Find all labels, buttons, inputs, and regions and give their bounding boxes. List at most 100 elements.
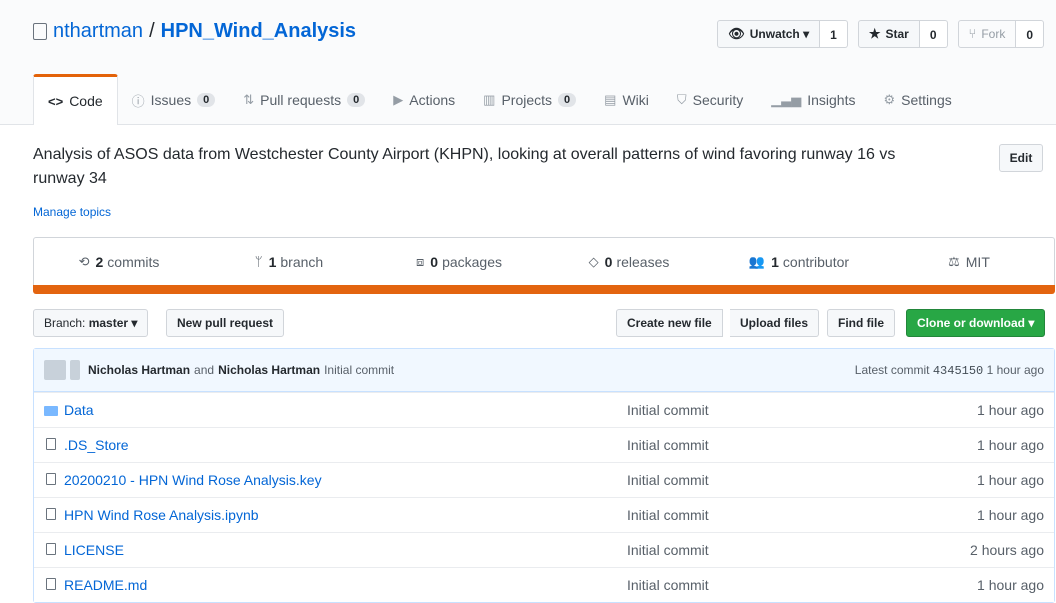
branch-icon: ᛘ (254, 254, 263, 269)
license-label: MIT (965, 253, 990, 270)
file-commit-message[interactable]: Initial commit (627, 542, 709, 558)
commit-sha[interactable]: 4345150 (933, 364, 983, 378)
tab-label: Issues (150, 92, 192, 108)
commit-age: 1 hour ago (986, 362, 1044, 377)
tab-settings[interactable]: ⚙ Settings (869, 76, 965, 124)
file-icon (44, 507, 58, 523)
tab-pull-requests[interactable]: ⇅ Pull requests 0 (229, 76, 379, 124)
file-commit-message[interactable]: Initial commit (627, 402, 709, 418)
file-row: 20200210 - HPN Wind Rose Analysis.key In… (34, 462, 1054, 497)
file-age: 1 hour ago (977, 577, 1044, 593)
latest-commit-bar: Nicholas Hartman and Nicholas Hartman In… (34, 349, 1054, 392)
book-icon: ▤ (604, 92, 617, 107)
unwatch-button[interactable]: 👁 Unwatch ▾ (717, 20, 821, 48)
file-name-link[interactable]: Data (64, 402, 94, 418)
tag-icon: ◇ (588, 253, 599, 269)
edit-description-button[interactable]: Edit (999, 144, 1043, 172)
file-name-link[interactable]: 20200210 - HPN Wind Rose Analysis.key (64, 472, 322, 488)
avatar[interactable] (44, 360, 66, 380)
repo-description: Analysis of ASOS data from Westchester C… (33, 146, 896, 187)
commit-message[interactable]: Initial commit (324, 363, 394, 377)
tab-label: Code (69, 93, 103, 109)
gear-icon: ⚙ (883, 92, 896, 107)
commits-count: 2 (95, 253, 104, 270)
file-name-link[interactable]: README.md (64, 577, 147, 593)
unwatch-label: Unwatch ▾ (749, 27, 810, 41)
language-bar[interactable] (33, 285, 1055, 294)
star-button[interactable]: ★ Star (857, 20, 920, 48)
avatar[interactable] (70, 360, 80, 380)
find-file-button[interactable]: Find file (827, 309, 895, 337)
tab-label: Settings (901, 92, 952, 108)
star-icon: ★ (868, 26, 881, 41)
watch-count[interactable]: 1 (820, 20, 848, 48)
commits-label: commits (107, 253, 160, 270)
tab-security[interactable]: ⛉ Security (663, 76, 757, 124)
file-row: HPN Wind Rose Analysis.ipynb Initial com… (34, 497, 1054, 532)
file-commit-message[interactable]: Initial commit (627, 507, 709, 523)
commit-author[interactable]: Nicholas Hartman (88, 363, 190, 377)
tab-code[interactable]: <> Code (33, 74, 118, 125)
tab-label: Actions (409, 92, 456, 108)
folder-icon (44, 403, 58, 418)
repo-separator: / (149, 20, 155, 42)
license-link[interactable]: ⚖ MIT (884, 238, 1054, 285)
upload-files-button[interactable]: Upload files (730, 309, 820, 337)
file-commit-message[interactable]: Initial commit (627, 577, 709, 593)
commit-coauthor[interactable]: Nicholas Hartman (218, 363, 320, 377)
commits-link[interactable]: ⟲ 2 commits (34, 238, 204, 285)
star-label: Star (885, 27, 909, 41)
tab-label: Security (692, 92, 744, 108)
file-name-link[interactable]: HPN Wind Rose Analysis.ipynb (64, 507, 259, 523)
branch-name: master ▾ (88, 316, 138, 330)
file-row: README.md Initial commit 1 hour ago (34, 567, 1054, 602)
code-icon: <> (48, 93, 64, 109)
releases-label: releases (616, 253, 670, 270)
file-commit-message[interactable]: Initial commit (627, 472, 709, 488)
repo-icon (33, 23, 47, 40)
fork-label: Fork (981, 27, 1006, 41)
file-name-link[interactable]: LICENSE (64, 542, 124, 558)
tab-wiki[interactable]: ▤ Wiki (590, 76, 663, 124)
file-age: 1 hour ago (977, 507, 1044, 523)
file-name-link[interactable]: .DS_Store (64, 437, 129, 453)
tab-issues[interactable]: ⓘ Issues 0 (118, 76, 230, 124)
clone-download-button[interactable]: Clone or download ▾ (906, 309, 1046, 337)
tab-counter: 0 (347, 93, 366, 107)
law-icon: ⚖ (948, 253, 960, 269)
repo-owner-link[interactable]: nthartman (53, 20, 143, 43)
packages-count: 0 (430, 253, 439, 270)
file-commit-message[interactable]: Initial commit (627, 437, 709, 453)
tab-projects[interactable]: ▥ Projects 0 (469, 76, 590, 124)
branch-prefix: Branch: (44, 316, 86, 330)
new-pull-request-button[interactable]: New pull request (166, 309, 285, 337)
file-age: 1 hour ago (977, 402, 1044, 418)
packages-link[interactable]: ⧈ 0 packages (374, 238, 544, 285)
contributor-link[interactable]: 👥 1 contributor (714, 238, 884, 285)
branch-select-button[interactable]: Branch: master ▾ (33, 309, 149, 337)
tab-actions[interactable]: ▶ Actions (379, 76, 469, 124)
tab-label: Insights (807, 92, 856, 108)
packages-label: packages (442, 253, 502, 270)
fork-count[interactable]: 0 (1016, 20, 1044, 48)
manage-topics-link[interactable]: Manage topics (33, 205, 111, 219)
releases-count: 0 (604, 253, 613, 270)
repo-tabs: <> Code ⓘ Issues 0 ⇅ Pull requests 0 ▶ A… (33, 74, 966, 125)
create-new-file-button[interactable]: Create new file (616, 309, 723, 337)
tab-counter: 0 (197, 93, 216, 107)
branch-link[interactable]: ᛘ 1 branch (204, 238, 374, 285)
file-age: 1 hour ago (977, 472, 1044, 488)
repo-title: nthartman / HPN_Wind_Analysis (33, 20, 356, 43)
branch-count: 1 (268, 253, 277, 270)
releases-link[interactable]: ◇ 0 releases (544, 238, 714, 285)
fork-button[interactable]: ⑂ Fork (957, 20, 1017, 48)
repo-name-link[interactable]: HPN_Wind_Analysis (161, 20, 356, 43)
star-group: ★ Star 0 (857, 20, 948, 48)
tab-insights[interactable]: ▁▃▅ Insights (757, 76, 869, 124)
eye-icon: 👁 (728, 26, 745, 41)
tab-label: Pull requests (260, 92, 342, 108)
pull-request-icon: ⇅ (243, 92, 255, 107)
contributor-label: contributor (782, 253, 850, 270)
star-count[interactable]: 0 (919, 20, 948, 48)
file-age: 2 hours ago (970, 542, 1044, 558)
